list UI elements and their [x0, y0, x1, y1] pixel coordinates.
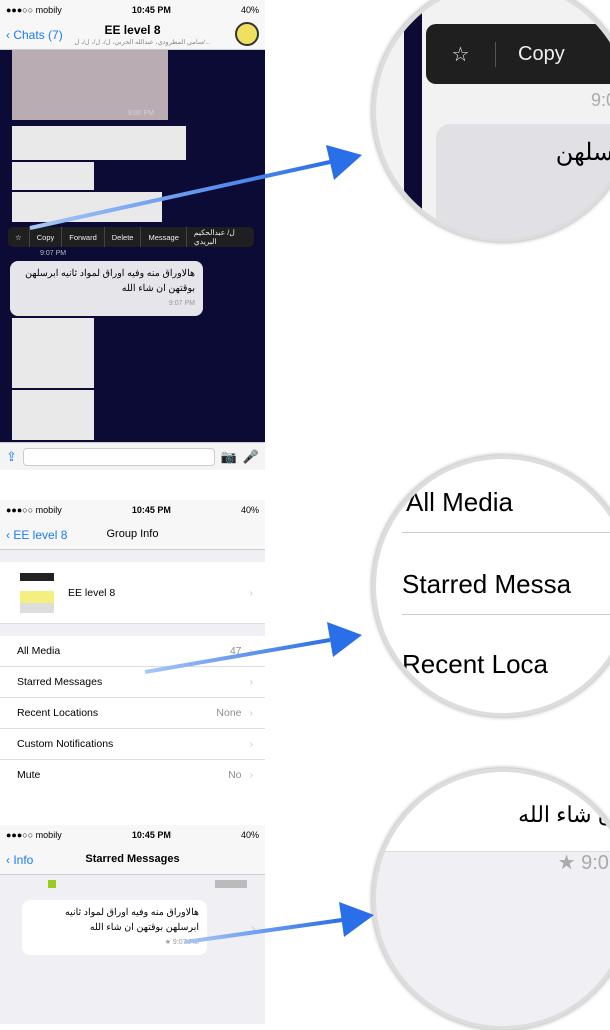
arrow-3	[184, 902, 374, 944]
arrow-2	[144, 622, 362, 674]
arrow-1	[29, 145, 362, 230]
callout-arrows	[29, 145, 374, 944]
